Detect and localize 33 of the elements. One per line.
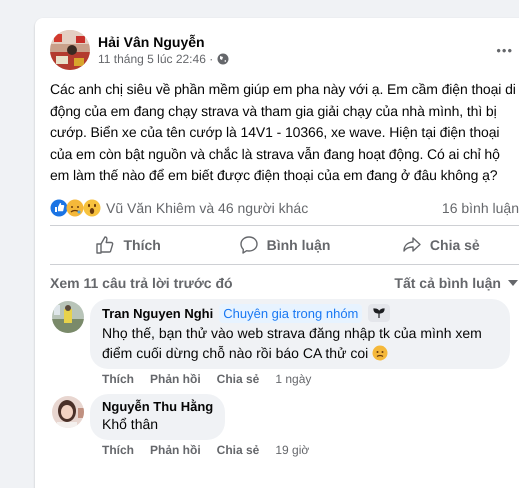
comment-count[interactable]: 16 bình luận — [442, 200, 519, 216]
like-button[interactable]: Thích — [50, 226, 206, 264]
reactors-link[interactable]: Vũ Văn Khiêm và 46 người khác — [106, 200, 438, 216]
comment-text: Nhọ thế, bạn thử vào web strava đăng nhập tk của mình xem điểm cuối dừng chỗ nào rồi báo CA thử coi — [102, 324, 482, 360]
comment-action-link[interactable]: Chia sẻ — [216, 372, 260, 386]
commenter-name[interactable]: Nguyễn Thu Hằng — [102, 398, 214, 414]
comment-action-link[interactable]: Thích — [102, 372, 134, 386]
comment-action-link[interactable]: Chia sẻ — [216, 442, 260, 456]
author-name[interactable]: Hải Vân Nguyễn — [98, 34, 488, 50]
expert-badge[interactable]: Chuyên gia trong nhóm — [219, 304, 362, 322]
post-time[interactable]: 11 tháng 5 lúc 22:46 · — [98, 52, 214, 66]
comment-text: Khổ thân — [102, 416, 158, 432]
more-options-button[interactable]: ••• — [496, 42, 513, 58]
speech-bubble-icon — [238, 234, 259, 254]
thumbs-up-icon — [95, 234, 116, 254]
comment-filter-dropdown[interactable]: Tất cả bình luận — [394, 274, 519, 290]
comment-action-link[interactable]: Phản hồi — [150, 372, 201, 386]
sprout-badge[interactable] — [368, 304, 390, 322]
comment-age[interactable]: 19 giờ — [275, 442, 310, 456]
comment-age[interactable]: 1 ngày — [275, 372, 312, 386]
reactions-icon — [50, 198, 102, 216]
sprout-icon — [373, 307, 386, 319]
caret-icon — [507, 278, 519, 286]
sad-face-icon — [372, 344, 388, 360]
previous-replies-link[interactable]: Xem 11 câu trả lời trước đó — [50, 274, 233, 290]
comment-button[interactable]: Bình luận — [206, 226, 363, 264]
globe-icon — [217, 53, 230, 65]
share-button[interactable]: Chia sẻ — [362, 226, 519, 264]
post-text: Các anh chị siêu về phần mềm giúp em pha này với ạ. Em cầm điện thoại di động của em đang chạy strava và tham gia giải chạy của nhà mình, thì bị cướp. Biển xe của tên cướp là 14V1 - 10366, xe wave. Hiện tại điện thoại của em còn bật nguồn và chắc là strava vẫn đang hoạt động. Có ai chỉ hộ em làm thế nào để em biết được điện thoại của em đang ở đâu không ạ? — [50, 80, 517, 185]
comment-action-link[interactable]: Thích — [102, 442, 134, 456]
commenter-name[interactable]: Tran Nguyen Nghi — [102, 306, 214, 320]
share-arrow-icon — [402, 234, 422, 254]
comment-action-link[interactable]: Phản hồi — [150, 442, 201, 456]
